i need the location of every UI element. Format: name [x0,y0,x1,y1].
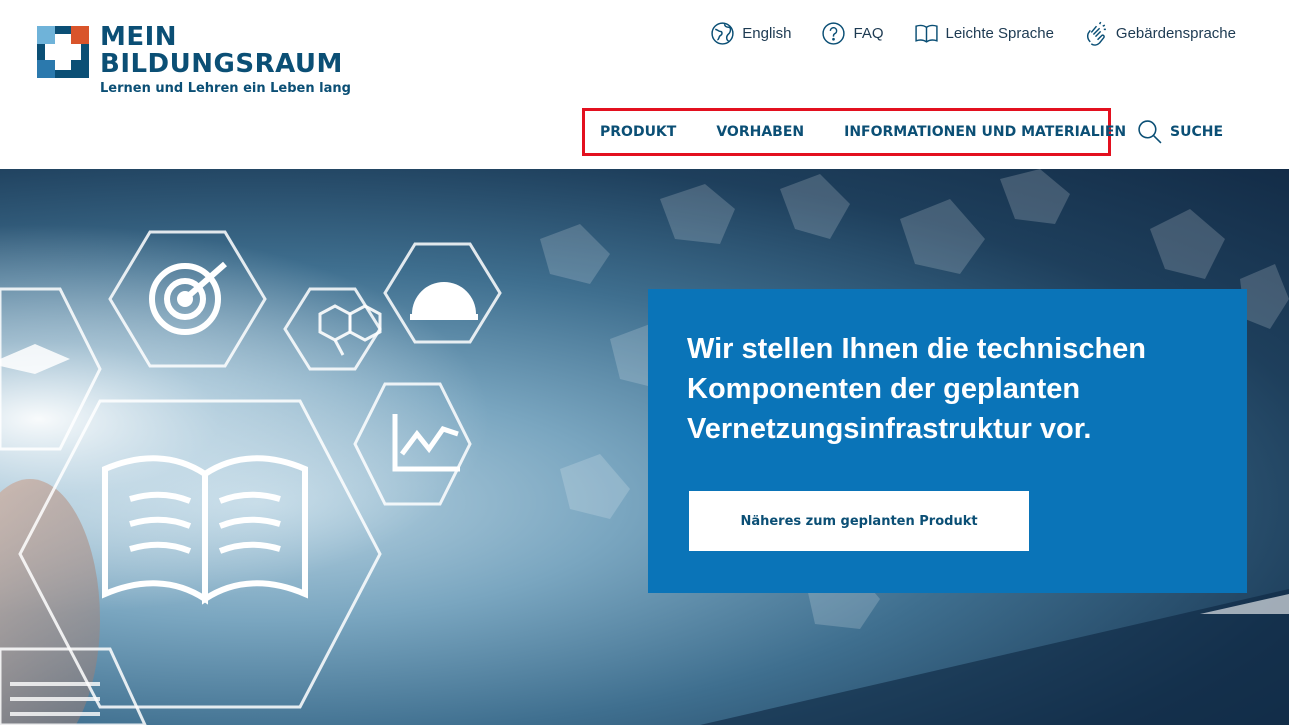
utility-link-faq[interactable]: FAQ [821,21,884,46]
site-logo[interactable]: MEIN BILDUNGSRAUM Lernen und Lehren ein … [37,24,357,100]
book-icon [914,24,938,43]
nav-item-informationen[interactable]: INFORMATIONEN UND MATERIALIEN [844,124,1126,140]
page: MEIN BILDUNGSRAUM Lernen und Lehren ein … [0,0,1289,725]
utility-label-faq: FAQ [853,24,884,42]
utility-label-english: English [742,24,792,42]
sign-language-icon [1086,21,1106,46]
logo-wordmark: MEIN BILDUNGSRAUM [100,24,343,78]
hero-section: Wir stellen Ihnen die technischen Kom­po… [0,169,1289,725]
logo-tagline: Lernen und Lehren ein Leben lang [100,81,351,96]
logo-mark-icon [37,26,89,78]
question-icon [822,21,846,45]
nav-item-produkt[interactable]: PRODUKT [600,124,676,140]
logo-name-line2: BILDUNGSRAUM [100,49,343,79]
hero-teaser-panel: Wir stellen Ihnen die technischen Kom­po… [648,289,1247,593]
utility-link-gebaerdensprache[interactable]: Gebärdensprache [1084,21,1236,46]
utility-label-leichte-sprache: Leichte Sprache [945,24,1054,42]
hero-cta-button[interactable]: Näheres zum geplanten Produkt [689,491,1029,551]
main-nav: PRODUKT VORHABEN INFORMATIONEN UND MATER… [582,108,1126,156]
hero-headline: Wir stellen Ihnen die technischen Kom­po… [687,333,1147,445]
logo-name-line1: MEIN [100,22,178,52]
site-header: MEIN BILDUNGSRAUM Lernen und Lehren ein … [0,0,1289,169]
globe-icon [711,21,734,45]
search-label: SUCHE [1170,123,1224,140]
search-icon [1138,120,1162,144]
search-button[interactable]: SUCHE [1137,119,1223,144]
utility-label-gebaerdensprache: Gebärdensprache [1115,24,1236,42]
utility-link-english[interactable]: English [710,21,791,46]
nav-item-vorhaben[interactable]: VORHABEN [716,124,804,140]
utility-nav: English FAQ Leichte Sprache Gebärdenspra… [680,20,1236,46]
utility-link-leichte-sprache[interactable]: Leichte Sprache [914,21,1054,46]
